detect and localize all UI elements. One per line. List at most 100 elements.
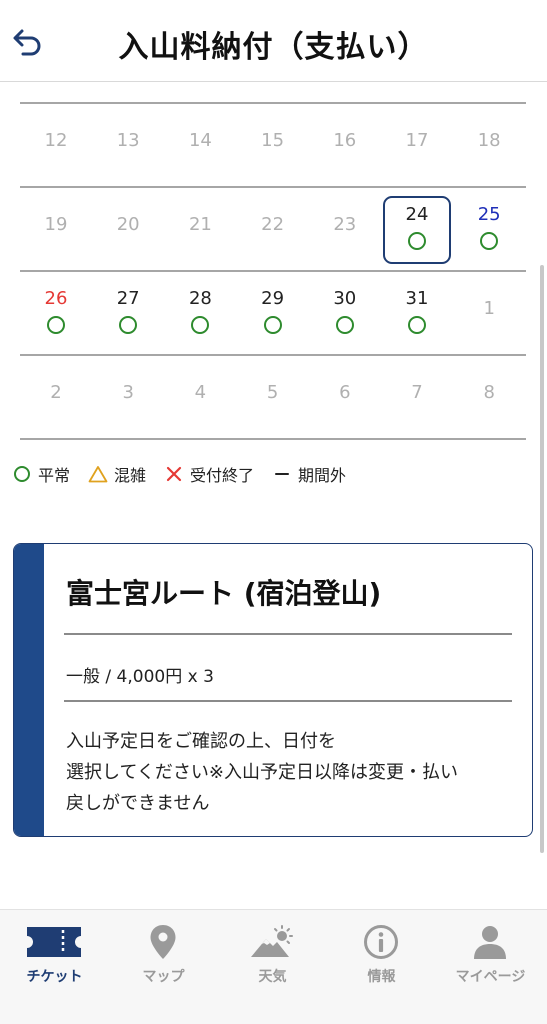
nav-tab-info[interactable]: 情報: [327, 918, 436, 990]
day-number: 6: [339, 382, 351, 403]
page-title: 入山料納付（支払い）: [118, 30, 429, 65]
triangle-icon: [88, 464, 108, 484]
calendar-day[interactable]: 26: [20, 272, 92, 356]
calendar-day[interactable]: 28: [164, 272, 236, 356]
day-number: 14: [188, 130, 212, 151]
legend-closed-label: 受付終了: [190, 466, 255, 485]
calendar-week-row: 26 27 28 29 30 31 1: [20, 272, 526, 356]
person-icon: [460, 922, 520, 962]
day-number: 19: [44, 214, 68, 235]
day-number: 23: [333, 214, 357, 235]
notice-line: 戻しができません: [66, 793, 210, 814]
calendar-day: 8: [453, 356, 525, 440]
calendar-day: 3: [92, 356, 164, 440]
circle-icon: [47, 316, 65, 334]
day-number: 13: [116, 130, 140, 151]
day-number: 26: [44, 288, 68, 309]
day-number: 31: [405, 288, 429, 309]
legend-crowded-label: 混雑: [114, 466, 147, 485]
day-number: 15: [261, 130, 285, 151]
card-accent-bar: [14, 544, 44, 836]
day-number: 30: [333, 288, 357, 309]
day-number: 1: [483, 298, 495, 319]
day-number: 24: [405, 204, 429, 225]
notice-line: 選択してください※入山予定日以降は変更・払い: [66, 762, 458, 783]
app-header: 入山料納付（支払い）: [0, 0, 547, 82]
dash-icon: [272, 464, 292, 484]
circle-icon: [408, 232, 426, 250]
day-number: 3: [122, 382, 134, 403]
calendar-day: 4: [164, 356, 236, 440]
day-number: 27: [116, 288, 140, 309]
calendar-day: 14: [164, 104, 236, 188]
weather-icon: [242, 922, 302, 962]
day-number: 7: [411, 382, 423, 403]
circle-icon: [408, 316, 426, 334]
status-legend: 平常 混雑 受付終了 期間外: [12, 462, 364, 486]
calendar-day[interactable]: 27: [92, 272, 164, 356]
day-number: 22: [261, 214, 285, 235]
calendar-day[interactable]: 29: [237, 272, 309, 356]
day-number: 28: [188, 288, 212, 309]
day-number: 2: [50, 382, 62, 403]
day-number: 8: [483, 382, 495, 403]
day-number: 25: [477, 204, 501, 225]
card-divider: [64, 633, 512, 635]
calendar-day: 19: [20, 188, 92, 272]
calendar-day: 16: [309, 104, 381, 188]
nav-label: マイページ: [455, 969, 526, 985]
calendar-day: 22: [237, 188, 309, 272]
circle-icon: [119, 316, 138, 334]
day-number: 21: [188, 214, 212, 235]
nav-tab-mypage[interactable]: マイページ: [436, 918, 545, 990]
nav-label: マップ: [142, 969, 185, 985]
calendar-day: 23: [309, 188, 381, 272]
calendar-day: 12: [20, 104, 92, 188]
day-number: 12: [44, 130, 68, 151]
nav-label: 天気: [258, 969, 287, 985]
calendar-day: 20: [92, 188, 164, 272]
calendar-day[interactable]: 25: [453, 188, 525, 272]
circle-icon: [12, 464, 32, 484]
calendar-day: 13: [92, 104, 164, 188]
nav-label: 情報: [367, 969, 396, 985]
circle-icon: [480, 232, 499, 250]
calendar-day: 5: [237, 356, 309, 440]
day-number: 18: [477, 130, 501, 151]
day-number: 16: [333, 130, 357, 151]
calendar-week-row: 2 3 4 5 6 7 8: [20, 356, 526, 440]
card-divider: [64, 700, 512, 702]
day-number: 4: [194, 382, 207, 403]
calendar-week-row: 19 20 21 22 23 24 25: [20, 188, 526, 272]
calendar-day[interactable]: 30: [309, 272, 381, 356]
route-card: 富士宮ルート (宿泊登山) 一般 / 4,000円 x 3 入山予定日をご確認の…: [13, 543, 533, 837]
calendar-day: 1: [453, 272, 525, 356]
scrollbar[interactable]: [540, 265, 544, 853]
nav-tab-ticket[interactable]: チケット: [0, 918, 109, 990]
circle-icon: [191, 316, 210, 334]
calendar-day[interactable]: 24: [381, 188, 453, 272]
day-number: 20: [116, 214, 140, 235]
calendar-day: 17: [381, 104, 453, 188]
calendar-day: 15: [237, 104, 309, 188]
calendar-day: 7: [381, 356, 453, 440]
nav-tab-map[interactable]: マップ: [109, 918, 218, 990]
circle-icon: [335, 316, 354, 334]
nav-tab-weather[interactable]: 天気: [218, 918, 327, 990]
day-number: 29: [261, 288, 285, 309]
calendar-day: 2: [20, 356, 92, 440]
notice-text: 入山予定日をご確認の上、日付を 選択してください※入山予定日以降は変更・払い 戻…: [66, 726, 516, 819]
day-number: 5: [266, 382, 279, 403]
legend-out-of-period-label: 期間外: [298, 466, 347, 485]
nav-label: チケット: [26, 969, 83, 985]
route-title: 富士宮ルート (宿泊登山): [66, 577, 382, 610]
legend-out-of-period: 期間外: [272, 462, 346, 486]
price-line: 一般 / 4,000円 x 3: [66, 667, 214, 687]
legend-closed: 受付終了: [164, 462, 254, 486]
calendar-week-row: 12 13 14 15 16 17 18: [20, 104, 526, 188]
circle-icon: [263, 316, 282, 334]
calendar-day: 21: [164, 188, 236, 272]
calendar-day: 6: [309, 356, 381, 440]
notice-line: 入山予定日をご確認の上、日付を: [66, 731, 336, 752]
calendar-day[interactable]: 31: [381, 272, 453, 356]
